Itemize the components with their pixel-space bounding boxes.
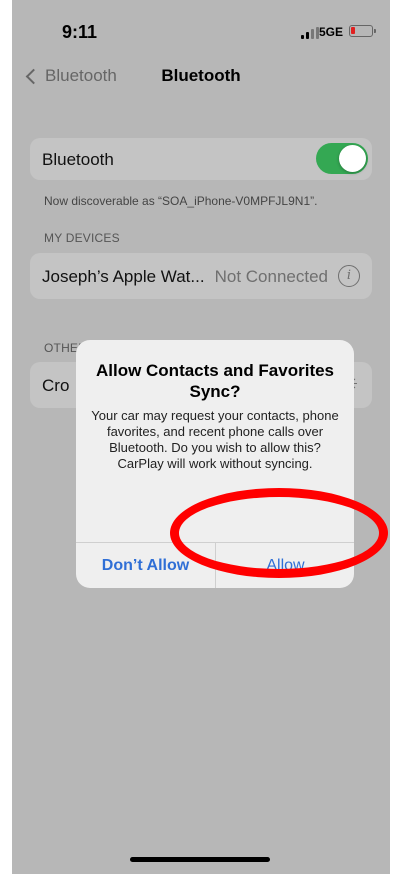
device-status: Not Connected [214,267,328,286]
network-label: 5GE [319,25,344,39]
dont-allow-button[interactable]: Don’t Allow [76,543,215,588]
page-title: Bluetooth [161,66,241,85]
signal-icon [301,27,319,39]
home-indicator [130,857,270,862]
battery-icon [349,25,376,37]
toggle-knob [339,145,366,172]
bluetooth-toggle[interactable] [316,143,368,174]
device-name: Cro [42,376,70,395]
device-name: Joseph’s Apple Wat... [42,267,205,286]
device-row-apple-watch[interactable]: Joseph’s Apple Wat... Not Connected i [30,253,372,299]
bluetooth-toggle-row: Bluetooth [30,138,372,180]
phone-screen: 9:11 5GE Bluetooth Bluetooth Bluetooth N… [12,0,390,874]
dialog-title: Allow Contacts and Favorites Sync? [95,361,335,401]
discoverable-note: Now discoverable as “SOA_iPhone-V0MPFJL9… [44,194,318,208]
dialog-message: Your car may request your contacts, phon… [91,408,339,471]
nav-bar: Bluetooth Bluetooth [12,60,390,96]
my-devices-header: MY DEVICES [44,231,120,245]
bluetooth-label: Bluetooth [42,150,114,169]
info-icon[interactable]: i [338,265,360,287]
allow-button[interactable]: Allow [216,543,354,588]
status-bar: 9:11 5GE [12,0,390,64]
sync-permission-dialog: Allow Contacts and Favorites Sync? Your … [76,340,354,588]
status-time: 9:11 [62,22,98,42]
